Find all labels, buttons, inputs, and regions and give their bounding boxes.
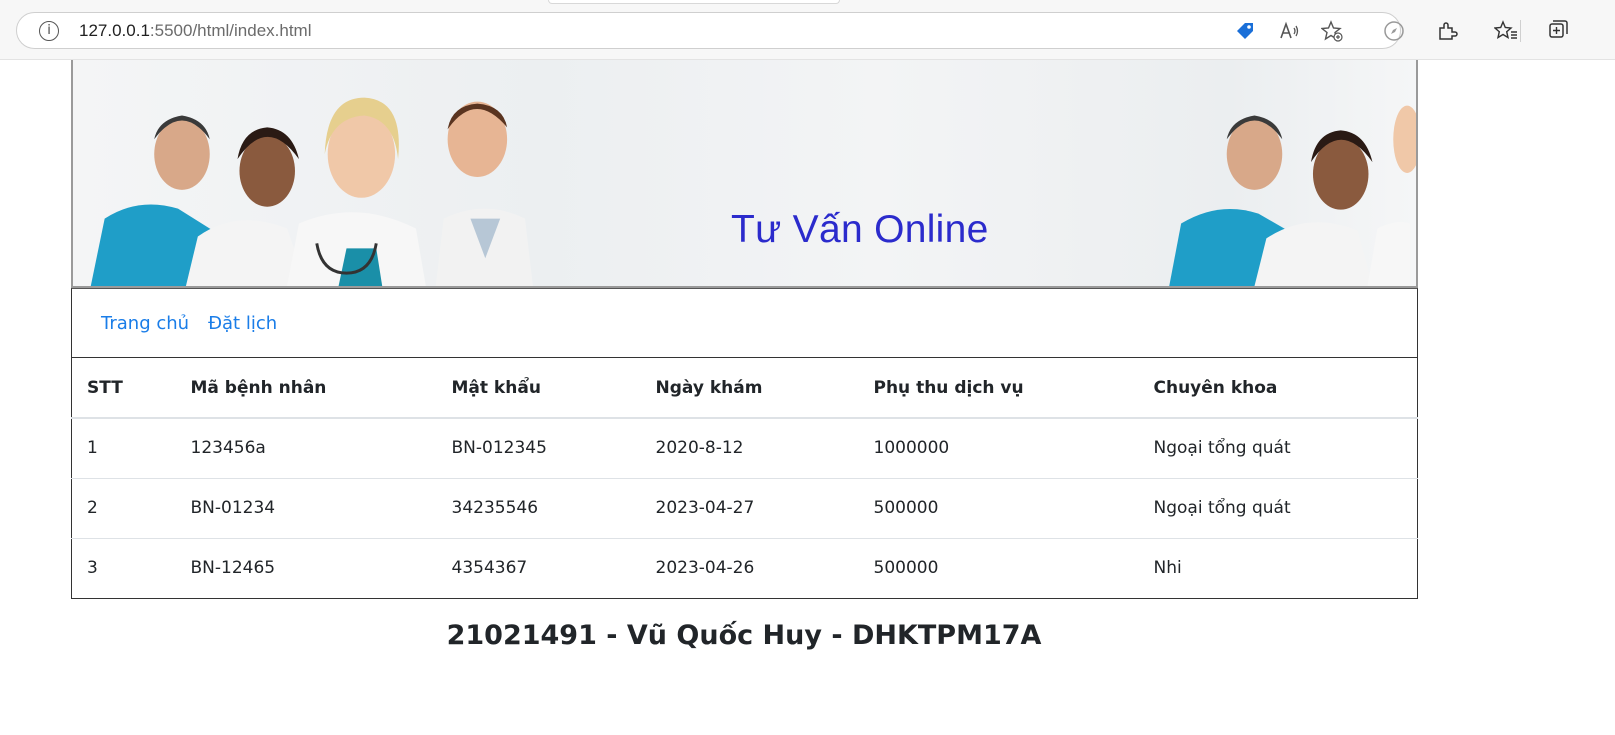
nav-link-booking[interactable]: Đặt lịch (208, 313, 277, 334)
header-banner: Tư Vấn Online (71, 60, 1418, 288)
tag-icon[interactable] (1233, 19, 1257, 43)
table-cell: BN-12465 (175, 538, 437, 599)
table-cell: Ngoại tổng quát (1138, 478, 1418, 539)
table-cell: Ngoại tổng quát (1138, 418, 1418, 479)
main-nav: Trang chủ Đặt lịch (71, 288, 1418, 358)
column-header-exam-date: Ngày khám (640, 358, 859, 419)
table-cell: 123456a (175, 418, 437, 479)
column-header-service-fee: Phụ thu dịch vụ (858, 358, 1139, 419)
table-row: 2 BN-01234 34235546 2023-04-27 500000 Ng… (71, 478, 1418, 539)
table-cell: 500000 (858, 478, 1139, 539)
table-cell: 3 (71, 538, 176, 599)
url-text[interactable]: 127.0.0.1:5500/html/index.html (79, 21, 312, 41)
column-header-password: Mật khẩu (436, 358, 641, 419)
page-container: Tư Vấn Online Trang chủ Đặt lịch STT Mã … (71, 60, 1418, 599)
read-aloud-icon[interactable] (1277, 19, 1301, 43)
tab-strip-edge (548, 0, 840, 4)
table-cell: 4354367 (436, 538, 641, 599)
compass-icon[interactable] (1381, 18, 1407, 44)
patients-table: STT Mã bệnh nhân Mật khẩu Ngày khám Phụ … (71, 358, 1418, 599)
table-cell: 1000000 (858, 418, 1139, 479)
table-cell: BN-01234 (175, 478, 437, 539)
table-cell: 34235546 (436, 478, 641, 539)
collections-icon[interactable] (1546, 18, 1572, 44)
table-cell: 2 (71, 478, 176, 539)
table-cell: 2023-04-27 (640, 478, 859, 539)
column-header-specialty: Chuyên khoa (1138, 358, 1418, 419)
table-row: 3 BN-12465 4354367 2023-04-26 500000 Nhi (71, 538, 1418, 599)
favorites-icon[interactable] (1493, 18, 1519, 44)
table-cell: 1 (71, 418, 176, 479)
table-header-row: STT Mã bệnh nhân Mật khẩu Ngày khám Phụ … (71, 358, 1418, 419)
toolbar-separator (1520, 20, 1521, 42)
table-cell: 500000 (858, 538, 1139, 599)
table-cell: BN-012345 (436, 418, 641, 479)
banner-title: Tư Vấn Online (731, 208, 989, 251)
table-cell: 2020-8-12 (640, 418, 859, 479)
table-cell: 2023-04-26 (640, 538, 859, 599)
doctors-illustration (90, 97, 1416, 286)
table-row: 1 123456a BN-012345 2020-8-12 1000000 Ng… (71, 418, 1418, 479)
nav-link-home[interactable]: Trang chủ (101, 313, 189, 334)
extensions-icon[interactable] (1434, 18, 1460, 44)
column-header-patient-id: Mã bệnh nhân (175, 358, 437, 419)
favorite-add-icon[interactable] (1320, 19, 1344, 43)
info-icon[interactable]: i (39, 21, 59, 41)
browser-toolbar: i 127.0.0.1:5500/html/index.html (0, 0, 1615, 60)
column-header-stt: STT (71, 358, 176, 419)
table-cell: Nhi (1138, 538, 1418, 599)
footer-student-info: 21021491 - Vũ Quốc Huy - DHKTPM17A (446, 620, 1042, 651)
address-bar[interactable]: i 127.0.0.1:5500/html/index.html (16, 12, 1401, 49)
